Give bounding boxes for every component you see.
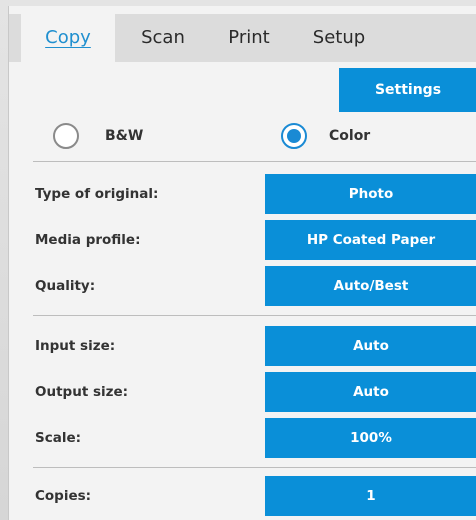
tab-bar: Copy Scan Print Setup [9, 14, 476, 62]
scale-row: Scale: 100% [9, 416, 476, 460]
quality-button[interactable]: Auto/Best [265, 266, 476, 306]
input-size-label: Input size: [35, 338, 116, 354]
media-profile-label: Media profile: [35, 232, 141, 248]
quality-row: Quality: Auto/Best [9, 264, 476, 308]
bw-radio-button[interactable] [53, 123, 79, 149]
section-divider [33, 161, 476, 162]
tab-print[interactable]: Print [209, 14, 289, 62]
input-size-button[interactable]: Auto [265, 326, 476, 366]
copies-label: Copies: [35, 488, 92, 504]
type-of-original-label: Type of original: [35, 186, 159, 202]
tab-setup[interactable]: Setup [291, 14, 387, 62]
media-profile-row: Media profile: HP Coated Paper [9, 218, 476, 262]
settings-button[interactable]: Settings [339, 68, 476, 112]
tab-copy[interactable]: Copy [21, 14, 115, 62]
copies-button[interactable]: 1 [265, 476, 476, 516]
output-size-label: Output size: [35, 384, 129, 400]
type-of-original-row: Type of original: Photo [9, 172, 476, 216]
copy-panel: Copy Scan Print Setup Settings B&W Color… [8, 6, 476, 520]
scale-label: Scale: [35, 430, 82, 446]
color-mode-selector: B&W Color [9, 116, 476, 158]
color-radio-button[interactable] [281, 123, 307, 149]
section-divider [33, 315, 476, 316]
tab-scan[interactable]: Scan [117, 14, 209, 62]
type-of-original-button[interactable]: Photo [265, 174, 476, 214]
screen-frame: Copy Scan Print Setup Settings B&W Color… [0, 0, 476, 520]
input-size-row: Input size: Auto [9, 324, 476, 368]
output-size-row: Output size: Auto [9, 370, 476, 414]
copies-row: Copies: 1 [9, 474, 476, 518]
bw-radio-label[interactable]: B&W [105, 116, 143, 156]
section-divider [33, 467, 476, 468]
quality-label: Quality: [35, 278, 96, 294]
output-size-button[interactable]: Auto [265, 372, 476, 412]
color-radio-label[interactable]: Color [329, 116, 370, 156]
scale-button[interactable]: 100% [265, 418, 476, 458]
media-profile-button[interactable]: HP Coated Paper [265, 220, 476, 260]
